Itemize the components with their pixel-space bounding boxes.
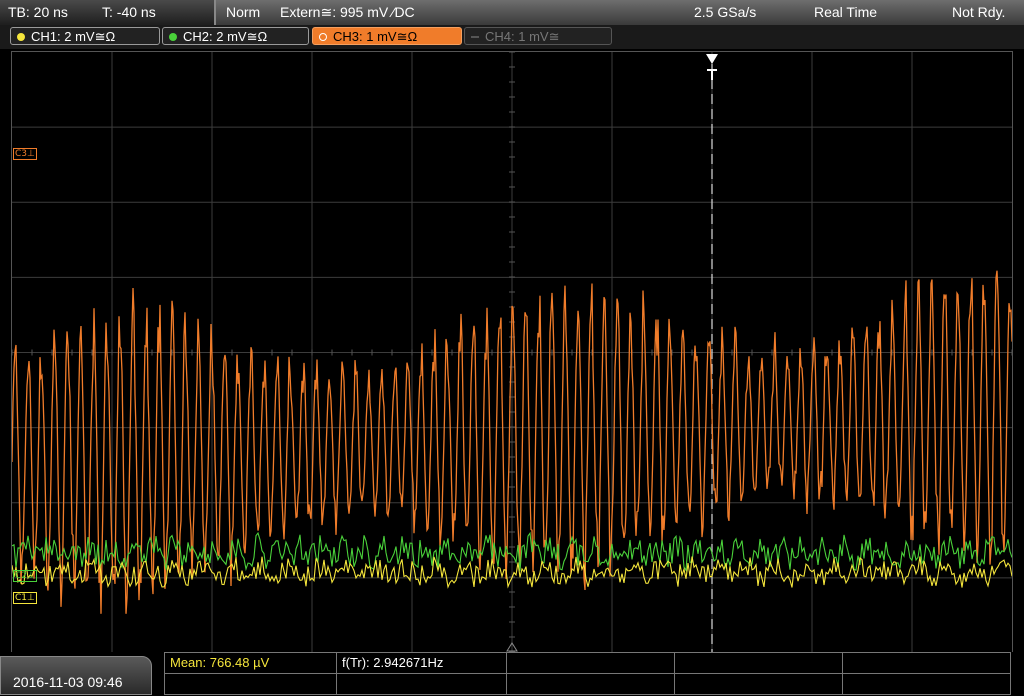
channel-bar: CH1: 2 mV≅Ω CH2: 2 mV≅Ω CH3: 1 mV≅Ω CH4:… <box>0 25 1024 49</box>
measurement-panel[interactable]: Mean: 766.48 µV f(Tr): 2.942671Hz <box>164 652 1011 695</box>
channel-3-label: CH3: 1 mV≅Ω <box>333 29 418 44</box>
channel-1-dot-icon <box>17 33 25 41</box>
channel-2-label: CH2: 2 mV≅Ω <box>183 29 268 44</box>
datetime-readout: 2016-11-03 09:46 <box>13 674 123 690</box>
c2-offset-marker[interactable]: C2⊥ <box>13 570 37 582</box>
datetime-panel: 2016-11-03 09:46 <box>0 656 152 695</box>
acquisition-mode: Real Time <box>814 4 878 20</box>
channel-4-chip[interactable]: CH4: 1 mV≅ <box>464 27 612 45</box>
channel-3-dot-icon <box>319 33 327 41</box>
trigger-position-icon <box>706 54 718 64</box>
channel-2-dot-icon <box>169 33 177 41</box>
measurement-slot-6[interactable] <box>337 674 507 694</box>
measurement-slot-5[interactable] <box>165 674 337 694</box>
channel-4-label: CH4: 1 mV≅ <box>485 29 560 44</box>
waveform-svg <box>11 51 1013 653</box>
trigger-source[interactable]: Extern≅: 995 mV ⁄DC <box>280 4 415 21</box>
trigger-level-icon <box>707 69 717 80</box>
timebase-panel[interactable]: TB: 20 ns T: -40 ns <box>0 0 216 25</box>
channel-1-chip[interactable]: CH1: 2 mV≅Ω <box>10 27 160 45</box>
measurement-slot-3[interactable] <box>507 653 675 673</box>
c3-offset-marker[interactable]: C3⊥ <box>13 148 37 160</box>
sample-rate: 2.5 GSa/s <box>694 4 757 20</box>
trigger-time-readout[interactable]: T: -40 ns <box>102 4 156 20</box>
timebase-readout[interactable]: TB: 20 ns <box>8 4 68 20</box>
channel-1-label: CH1: 2 mV≅Ω <box>31 29 116 44</box>
c1-offset-marker[interactable]: C1⊥ <box>13 592 37 604</box>
mean-measurement[interactable]: Mean: 766.48 µV <box>165 653 337 673</box>
waveform-display[interactable] <box>11 51 1013 654</box>
status-bar: TB: 20 ns T: -40 ns Norm Extern≅: 995 mV… <box>0 0 1024 26</box>
measurement-row-2 <box>165 673 1010 696</box>
acquisition-state: Not Rdy. <box>952 4 1006 20</box>
channel-4-dash-icon <box>471 36 479 38</box>
channel-2-chip[interactable]: CH2: 2 mV≅Ω <box>162 27 309 45</box>
measurement-slot-7[interactable] <box>507 674 675 694</box>
frequency-measurement[interactable]: f(Tr): 2.942671Hz <box>337 653 507 673</box>
trigger-mode[interactable]: Norm <box>226 4 260 20</box>
measurement-slot-4[interactable] <box>675 653 843 673</box>
measurement-slot-8[interactable] <box>675 674 843 694</box>
channel-3-chip[interactable]: CH3: 1 mV≅Ω <box>312 27 462 45</box>
